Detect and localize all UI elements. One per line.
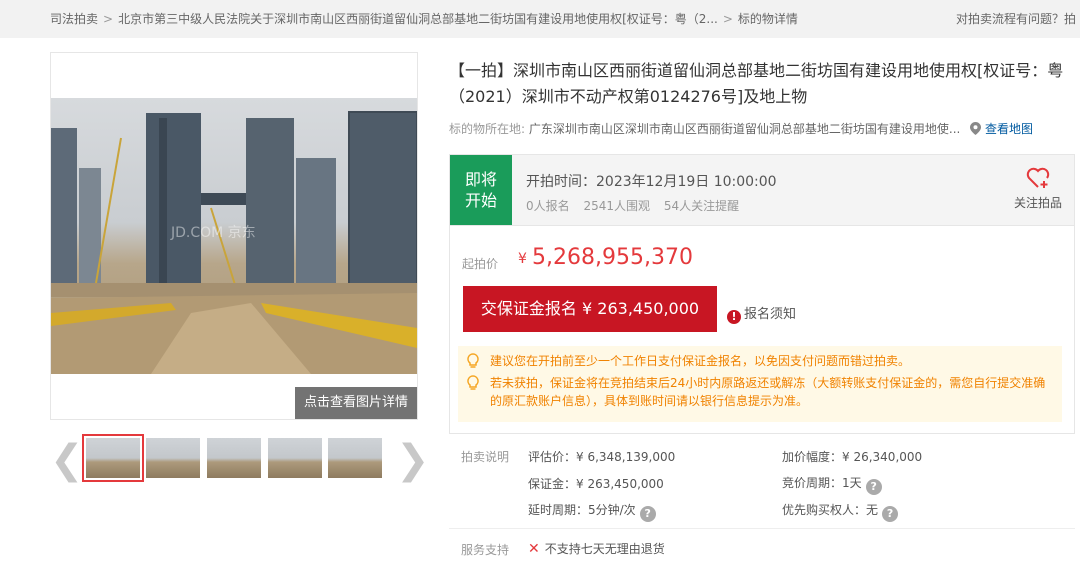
bid-cycle-text: 竞价周期：1天	[782, 476, 862, 490]
auction-status-box: 即将 开始 开拍时间：2023年12月19日 10:00:00 0人报名 254…	[449, 154, 1075, 226]
specs-heading: 拍卖说明	[461, 450, 510, 464]
construction-site-image: JD.COM 京东	[51, 98, 417, 374]
tip-item: 建议您在开拍前至少一个工作日支付保证金报名，以免因支付问题而错过拍卖。	[466, 352, 1054, 370]
view-map-label: 查看地图	[984, 122, 1033, 136]
reminder-count: 54人关注提醒	[663, 199, 740, 213]
lightbulb-icon	[467, 375, 479, 390]
bid-cycle: 竞价周期：1天?	[782, 474, 882, 495]
auction-specs: 拍卖说明 评估价：¥ 6,348,139,000 加价幅度：¥ 26,340,0…	[449, 438, 1075, 530]
registration-notice-label: 报名须知	[744, 307, 797, 322]
registration-notice-link[interactable]: ! 报名须知	[727, 303, 796, 324]
location-label: 标的物所在地:	[449, 122, 526, 136]
start-time: 开拍时间：2023年12月19日 10:00:00	[526, 174, 777, 190]
thumbnail-3[interactable]	[207, 438, 261, 478]
status-badge-line2: 开始	[464, 191, 497, 210]
lightbulb-icon	[467, 353, 479, 368]
signup-count: 0人报名	[526, 199, 570, 213]
status-badge-line1: 即将	[464, 170, 497, 189]
chevron-right-icon[interactable]: ❯	[396, 440, 430, 480]
question-icon[interactable]: ?	[639, 506, 656, 522]
tip-text: 建议您在开拍前至少一个工作日支付保证金报名，以免因支付问题而错过拍卖。	[490, 354, 911, 368]
tip-item: 若未获拍，保证金将在竞拍结束后24小时内原路返还或解冻（大额转账支付保证金的，需…	[466, 374, 1054, 410]
alert-icon: !	[727, 310, 741, 324]
thumbnail-1[interactable]	[82, 434, 144, 482]
question-icon[interactable]: ?	[865, 479, 882, 495]
view-photo-details-button[interactable]: 点击查看图片详情	[295, 387, 417, 419]
top-bar: 司法拍卖 > 北京市第三中级人民法院关于深圳市南山区西丽街道留仙洞总部基地二街坊国有…	[0, 0, 1080, 38]
lot-location: 标的物所在地: 广东深圳市南山区深圳市南山区西丽街道留仙洞总部基地二街坊国有建设…	[449, 120, 1069, 137]
location-address: 广东深圳市南山区深圳市南山区西丽街道留仙洞总部基地二街坊国有建设用地使...	[528, 122, 961, 136]
pay-deposit-button[interactable]: 交保证金报名 ¥ 263,450,000	[463, 286, 717, 332]
view-map-link[interactable]: 查看地图	[970, 122, 1033, 136]
follow-lot-label: 关注拍品	[1013, 196, 1062, 210]
breadcrumb-item-judicial-auction[interactable]: 司法拍卖	[50, 12, 98, 26]
breadcrumb-item-announcement[interactable]: 北京市第三中级人民法院关于深圳市南山区西丽街道留仙洞总部基地二街坊国有建设用地使…	[118, 12, 718, 26]
thumbnail-2[interactable]	[146, 438, 200, 478]
close-icon: ✕	[528, 541, 540, 557]
heart-plus-icon	[1026, 167, 1050, 188]
map-pin-icon	[970, 122, 982, 135]
breadcrumb-item-current: 标的物详情	[737, 12, 798, 26]
lot-title: 【一拍】深圳市南山区西丽街道留仙洞总部基地二街坊国有建设用地使用权[权证号：粤（…	[449, 61, 1064, 106]
price-box: 起拍价 ¥ 5,268,955,370 交保证金报名 ¥ 263,450,000…	[449, 226, 1075, 434]
service-item: ✕ 不支持七天无理由退货	[528, 540, 665, 557]
service-heading: 服务支持	[461, 543, 510, 557]
question-icon[interactable]: ?	[882, 506, 899, 522]
tips-panel: 建议您在开拍前至少一个工作日支付保证金报名，以免因支付问题而错过拍卖。 若未获拍…	[458, 346, 1062, 422]
watermark: JD.COM 京东	[171, 225, 256, 241]
currency-symbol: ¥	[518, 251, 527, 267]
service-item-text: 不支持七天无理由退货	[544, 542, 665, 556]
priority-buyer-text: 优先购买权人：无	[782, 503, 879, 517]
follow-lot-button[interactable]: 关注拍品	[1010, 167, 1066, 211]
watcher-count: 2541人围观	[583, 199, 651, 213]
main-photo[interactable]: JD.COM 京东 点击查看图片详情	[50, 52, 418, 420]
extension-period: 延时周期：5分钟/次?	[528, 501, 656, 522]
status-badge: 即将 开始	[450, 155, 512, 225]
thumbnail-5[interactable]	[328, 438, 382, 478]
thumbnail-4[interactable]	[268, 438, 322, 478]
breadcrumb: 司法拍卖 > 北京市第三中级人民法院关于深圳市南山区西丽街道留仙洞总部基地二街坊国有…	[50, 0, 798, 38]
chevron-right-icon: >	[103, 12, 114, 26]
appraisal-price: 评估价：¥ 6,348,139,000	[528, 450, 676, 464]
starting-price: 5,268,955,370	[532, 245, 693, 270]
divider	[449, 528, 1075, 529]
starting-price-label: 起拍价	[462, 257, 499, 271]
auction-counts: 0人报名 2541人围观 54人关注提醒	[526, 197, 749, 214]
help-link[interactable]: 对拍卖流程有问题？拍	[956, 0, 1076, 38]
priority-buyer: 优先购买权人：无?	[782, 501, 899, 522]
chevron-left-icon[interactable]: ❮	[50, 440, 84, 480]
chevron-right-icon: >	[722, 12, 733, 26]
extension-period-text: 延时周期：5分钟/次	[528, 503, 636, 517]
tip-text: 若未获拍，保证金将在竞拍结束后24小时内原路返还或解冻（大额转账支付保证金的，需…	[490, 376, 1046, 408]
deposit-amount: 保证金：¥ 263,450,000	[528, 477, 664, 491]
bid-increment: 加价幅度：¥ 26,340,000	[782, 450, 923, 464]
